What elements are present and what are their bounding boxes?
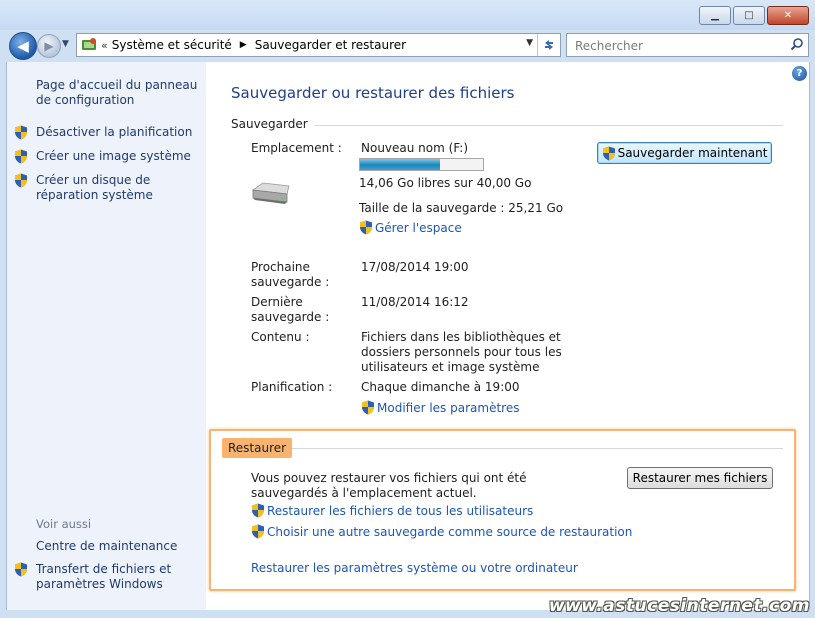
drive-usage-fill bbox=[360, 159, 440, 170]
refresh-button[interactable] bbox=[537, 34, 560, 56]
change-settings-label: Modifier les paramètres bbox=[377, 401, 520, 415]
backup-now-label: Sauvegarder maintenant bbox=[617, 146, 768, 160]
sidebar-link-create-repair-disc[interactable]: Créer un disque de réparation système bbox=[36, 173, 201, 203]
page-title: Sauvegarder ou restaurer des fichiers bbox=[231, 84, 515, 102]
restore-system-settings-link[interactable]: Restaurer les paramètres système ou votr… bbox=[251, 561, 578, 576]
sidebar-link-action-center[interactable]: Centre de maintenance bbox=[36, 539, 201, 554]
sidebar: Page d'accueil du panneau de configurati… bbox=[6, 62, 207, 610]
restore-my-files-button[interactable]: Restaurer mes fichiers bbox=[627, 467, 773, 489]
uac-shield-icon bbox=[602, 146, 615, 160]
uac-shield-icon bbox=[15, 562, 27, 577]
title-bar: ▁ □ ✕ bbox=[0, 0, 815, 30]
choose-other-backup-link[interactable]: Choisir une autre sauvegarde comme sourc… bbox=[251, 524, 632, 540]
uac-shield-icon bbox=[362, 400, 374, 415]
drive-usage-bar bbox=[359, 158, 484, 171]
see-also-heading: Voir aussi bbox=[36, 517, 92, 531]
sidebar-link-control-panel-home[interactable]: Page d'accueil du panneau de configurati… bbox=[36, 78, 201, 108]
next-backup-value: 17/08/2014 19:00 bbox=[361, 260, 469, 274]
last-backup-value: 11/08/2014 16:12 bbox=[361, 295, 469, 309]
sidebar-link-easy-transfer[interactable]: Transfert de fichiers et paramètres Wind… bbox=[36, 562, 186, 592]
uac-shield-icon bbox=[15, 125, 27, 140]
sidebar-link-disable-schedule[interactable]: Désactiver la planification bbox=[36, 125, 201, 140]
restore-all-users-label: Restaurer les fichiers de tous les utili… bbox=[267, 504, 534, 518]
section-divider bbox=[291, 448, 783, 449]
uac-shield-icon bbox=[252, 524, 264, 539]
restore-description: Vous pouvez restaurer vos fichiers qui o… bbox=[251, 471, 527, 500]
breadcrumb-backup-restore[interactable]: Sauvegarder et restaurer bbox=[255, 38, 406, 52]
backup-now-button[interactable]: Sauvegarder maintenant bbox=[597, 142, 772, 164]
manage-space-link[interactable]: Gérer l'espace bbox=[359, 220, 462, 236]
uac-shield-icon bbox=[15, 149, 27, 164]
search-input[interactable] bbox=[573, 36, 777, 56]
maximize-button[interactable]: □ bbox=[733, 6, 765, 25]
restore-all-users-link[interactable]: Restaurer les fichiers de tous les utili… bbox=[251, 503, 533, 519]
minimize-button[interactable]: ▁ bbox=[699, 6, 731, 25]
contents-label: Contenu : bbox=[251, 330, 310, 344]
back-button[interactable]: ◀ bbox=[9, 32, 37, 60]
watermark: www.astucesinternet.com bbox=[548, 596, 810, 616]
section-divider bbox=[231, 125, 783, 126]
uac-shield-icon bbox=[360, 220, 372, 235]
backup-size-text: Taille de la sauvegarde : 25,21 Go bbox=[359, 201, 564, 215]
hard-drive-icon bbox=[251, 182, 290, 204]
restore-section-label: Restaurer bbox=[222, 438, 293, 458]
manage-space-label: Gérer l'espace bbox=[375, 221, 462, 235]
last-backup-label: Dernière sauvegarde : bbox=[251, 295, 330, 324]
free-space-text: 14,06 Go libres sur 40,00 Go bbox=[359, 176, 532, 190]
search-icon[interactable] bbox=[790, 37, 804, 51]
recent-pages-dropdown-icon[interactable]: ▼ bbox=[62, 39, 69, 49]
breadcrumb-separator-icon[interactable]: ▶ bbox=[240, 40, 247, 50]
sidebar-link-create-system-image[interactable]: Créer une image système bbox=[36, 149, 201, 164]
forward-button[interactable]: ▶ bbox=[37, 34, 61, 58]
main-content: ? Sauvegarder ou restaurer des fichiers … bbox=[206, 62, 810, 610]
uac-shield-icon bbox=[252, 503, 264, 518]
search-box bbox=[566, 33, 809, 57]
navigation-bar: ◀ ▶ ▼ « Système et sécurité ▶ Sauvegarde… bbox=[0, 30, 815, 62]
schedule-label: Planification : bbox=[251, 380, 333, 394]
choose-other-backup-label: Choisir une autre sauvegarde comme sourc… bbox=[267, 525, 633, 539]
drive-name: Nouveau nom (F:) bbox=[361, 141, 469, 155]
address-bar[interactable]: « Système et sécurité ▶ Sauvegarder et r… bbox=[76, 33, 561, 57]
next-backup-label: Prochaine sauvegarde : bbox=[251, 260, 330, 289]
contents-value: Fichiers dans les bibliothèques et dossi… bbox=[361, 330, 562, 374]
backup-section-label: Sauvegarder bbox=[231, 117, 314, 131]
change-settings-link[interactable]: Modifier les paramètres bbox=[361, 400, 519, 416]
close-button[interactable]: ✕ bbox=[767, 6, 809, 25]
refresh-icon bbox=[545, 40, 553, 50]
uac-shield-icon bbox=[15, 173, 27, 188]
help-icon[interactable]: ? bbox=[792, 66, 807, 81]
schedule-value: Chaque dimanche à 19:00 bbox=[361, 380, 520, 394]
location-label: Emplacement : bbox=[251, 141, 342, 155]
breadcrumb-system-security[interactable]: Système et sécurité bbox=[112, 38, 232, 52]
breadcrumb-overflow[interactable]: « bbox=[101, 39, 108, 52]
restore-my-files-label: Restaurer mes fichiers bbox=[632, 471, 768, 485]
address-dropdown-icon[interactable]: ▼ bbox=[526, 38, 533, 48]
control-panel-icon bbox=[82, 38, 96, 50]
